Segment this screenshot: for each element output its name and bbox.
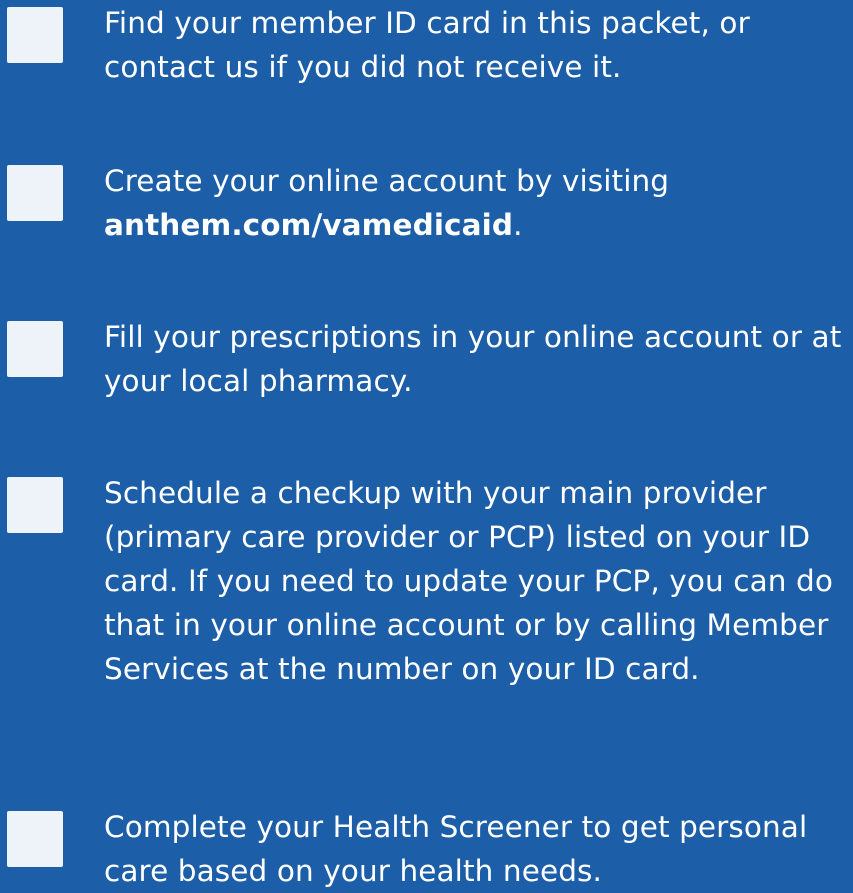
checkbox[interactable] [7,477,63,533]
checklist-item-text-before: Create your online account by visiting [104,164,670,198]
account-link[interactable]: anthem.com/vamedicaid [104,208,513,242]
checklist-item-text: Schedule a checkup with your main provid… [104,476,834,686]
checklist-item-text: Find your member ID card in this packet,… [104,6,750,84]
checklist: Find your member ID card in this packet,… [0,0,853,888]
checklist-item-text-after: . [513,208,523,242]
checkbox[interactable] [7,7,63,63]
checkbox[interactable] [7,165,63,221]
checkbox[interactable] [7,811,63,867]
checklist-item-text: Fill your prescriptions in your online a… [104,320,842,398]
checkbox[interactable] [7,321,63,377]
checklist-item-text: Complete your Health Screener to get per… [104,810,808,888]
checklist-item-text: Create your online account by visiting a… [104,159,849,247]
